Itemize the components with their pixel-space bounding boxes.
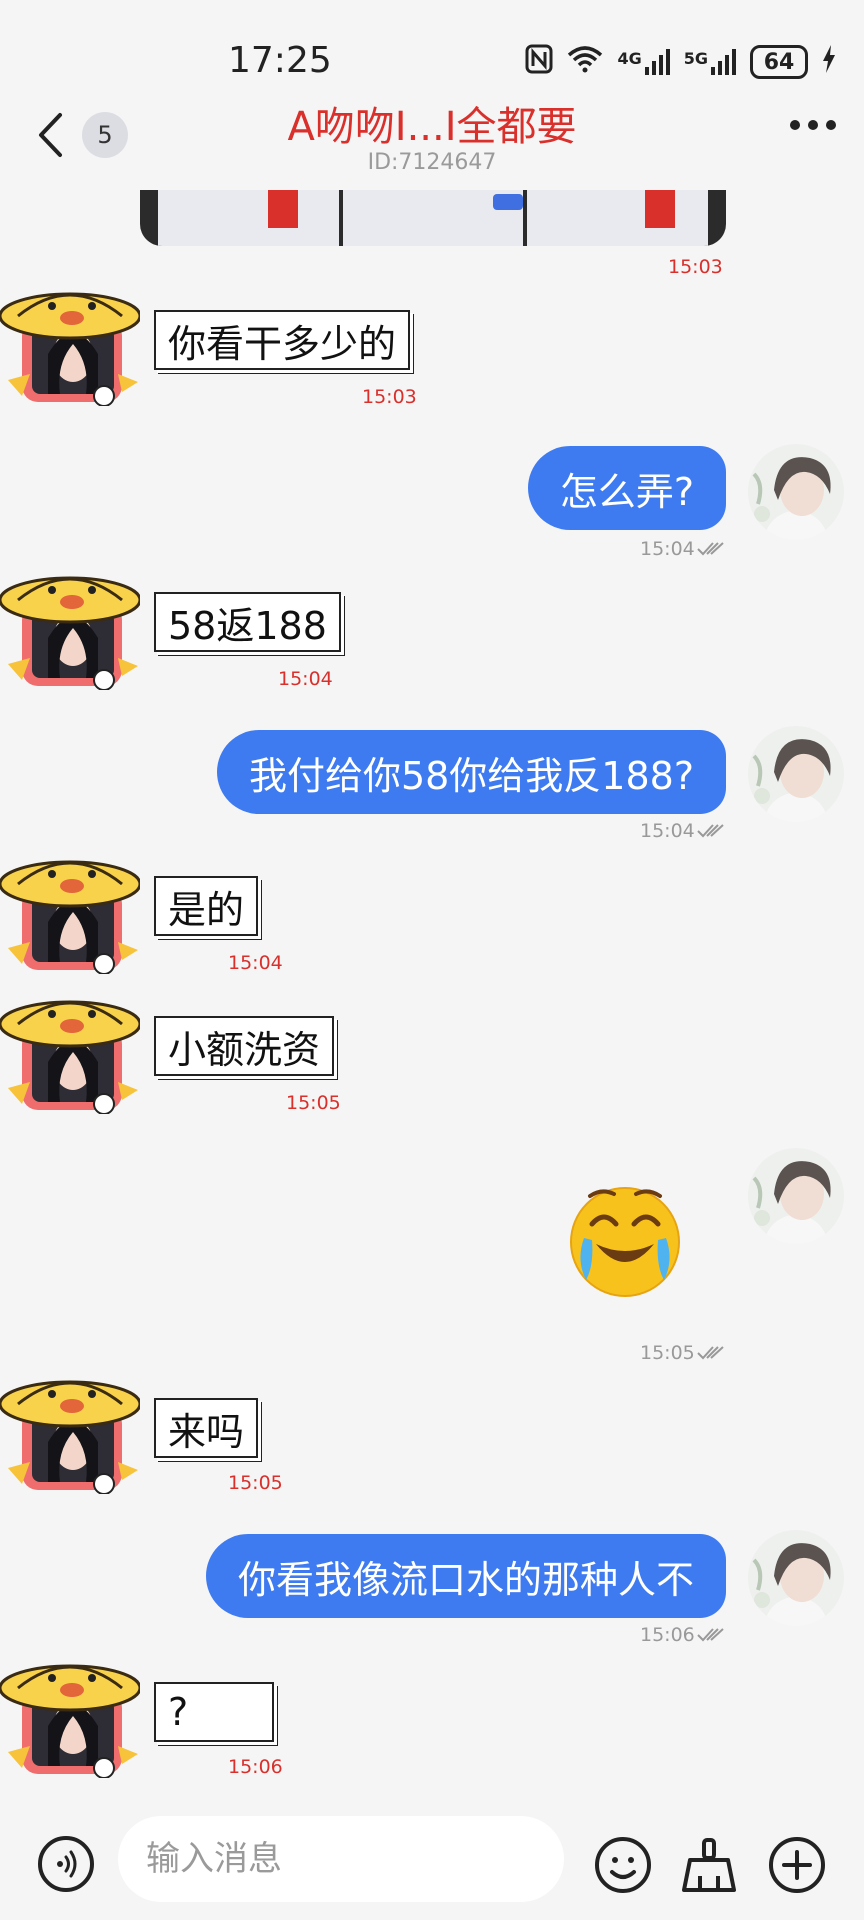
message-text: 你看我像流口水的那种人不 [237, 1557, 694, 1602]
double-check-icon [697, 1346, 724, 1360]
charging-icon [822, 45, 836, 79]
contact-avatar[interactable] [0, 1372, 140, 1494]
message-input[interactable] [118, 1816, 564, 1902]
user-avatar[interactable] [748, 444, 844, 540]
status-icons: 4G 5G 64 [525, 44, 836, 80]
more-options-button[interactable] [790, 120, 836, 130]
incoming-message-bubble[interactable]: ? [154, 1682, 274, 1742]
contact-avatar[interactable] [0, 284, 140, 406]
message-text: 58返188 [168, 603, 327, 648]
voice-icon [57, 1850, 77, 1878]
message-time: 15:04 [640, 820, 695, 842]
image-thumbnail[interactable] [158, 190, 339, 246]
chat-header: 5 A吻吻I...I全都要 ID:7124647 [0, 90, 864, 190]
image-message[interactable] [140, 190, 726, 246]
message-time: 15:05 [640, 1342, 695, 1364]
wifi-icon [567, 45, 603, 79]
laughing-crying-emoji[interactable] [566, 1180, 684, 1298]
message-time: 15:05 [228, 1472, 283, 1494]
plus-circle-icon [769, 1837, 825, 1893]
chat-title: A吻吻I...I全都要 [287, 104, 577, 150]
emoji-button[interactable] [594, 1836, 652, 1894]
dot-icon [826, 120, 836, 130]
incoming-message-bubble[interactable]: 58返188 [154, 592, 341, 652]
message-text: 你看干多少的 [168, 321, 397, 366]
voice-input-button[interactable] [38, 1836, 94, 1892]
network-label-1: 4G [617, 49, 642, 68]
nfc-icon [525, 44, 553, 80]
user-avatar[interactable] [748, 1530, 844, 1626]
signal-5g-icon: 5G [684, 49, 736, 75]
message-time-row: 15:04 [640, 538, 725, 560]
contact-avatar[interactable] [0, 852, 140, 974]
broom-icon [682, 1838, 736, 1892]
input-bar [0, 1800, 864, 1920]
message-text: 怎么弄? [559, 469, 694, 514]
outgoing-message-bubble[interactable]: 怎么弄? [527, 446, 726, 530]
message-text: 我付给你58你给我反188? [248, 753, 694, 798]
message-text: 小额洗资 [168, 1027, 321, 1072]
user-avatar[interactable] [748, 726, 844, 822]
chat-subtitle: ID:7124647 [367, 150, 497, 175]
message-time-row: 15:06 [640, 1624, 725, 1646]
smiley-icon [595, 1837, 651, 1893]
message-text: 是的 [168, 887, 245, 932]
message-time: 15:04 [640, 538, 695, 560]
signal-4g-icon: 4G [617, 49, 670, 75]
contact-avatar[interactable] [0, 1656, 140, 1778]
double-check-icon [697, 542, 724, 556]
contact-avatar[interactable] [0, 992, 140, 1114]
message-time: 15:06 [228, 1756, 283, 1778]
clean-button[interactable] [680, 1836, 738, 1894]
network-label-2: 5G [683, 49, 708, 68]
outgoing-message-bubble[interactable]: 你看我像流口水的那种人不 [205, 1534, 726, 1618]
message-time: 15:03 [362, 386, 417, 408]
outgoing-message-bubble[interactable]: 我付给你58你给我反188? [216, 730, 726, 814]
battery-level: 64 [763, 49, 795, 75]
incoming-message-bubble[interactable]: 小额洗资 [154, 1016, 335, 1076]
message-time: 15:06 [640, 1624, 695, 1646]
image-thumbnail[interactable] [527, 190, 709, 246]
user-avatar[interactable] [748, 1148, 844, 1244]
message-time-row: 15:05 [640, 1342, 725, 1364]
message-time: 15:04 [278, 668, 333, 690]
double-check-icon [697, 824, 724, 838]
dot-icon [808, 120, 818, 130]
incoming-message-bubble[interactable]: 来吗 [154, 1398, 259, 1458]
contact-avatar[interactable] [0, 568, 140, 690]
battery-icon: 64 [750, 45, 808, 79]
image-thumbnail[interactable] [342, 190, 524, 246]
incoming-message-bubble[interactable]: 你看干多少的 [154, 310, 411, 370]
double-check-icon [697, 1628, 724, 1642]
message-text: ? [168, 1690, 189, 1734]
incoming-message-bubble[interactable]: 是的 [154, 876, 259, 936]
message-text: 来吗 [168, 1409, 245, 1454]
message-time-row: 15:04 [640, 820, 725, 842]
message-time: 15:04 [228, 952, 283, 974]
message-time: 15:03 [668, 256, 723, 278]
status-time: 17:25 [228, 40, 332, 81]
message-time: 15:05 [286, 1092, 341, 1114]
dot-icon [790, 120, 800, 130]
add-button[interactable] [768, 1836, 826, 1894]
